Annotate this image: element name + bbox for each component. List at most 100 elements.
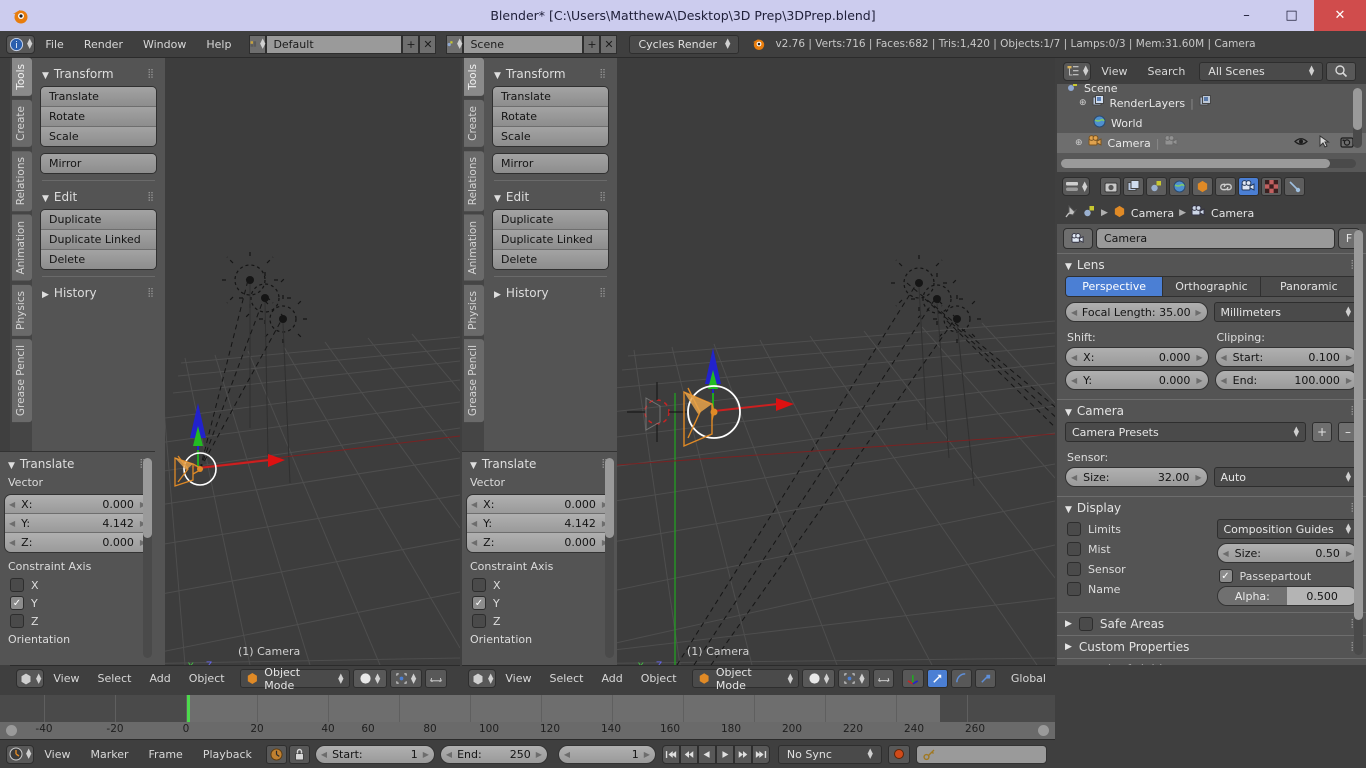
panel-header-custom-properties[interactable]: ▶ Custom Properties ⣿ bbox=[1057, 635, 1366, 658]
sidebar-item-tools-2[interactable]: Tools bbox=[464, 58, 484, 96]
viewport-right-menu-object[interactable]: Object bbox=[632, 669, 686, 688]
outliner-row-scene[interactable]: Scene bbox=[1057, 84, 1366, 93]
checkbox-limits[interactable] bbox=[1067, 522, 1081, 536]
transform-orientation-selector[interactable]: Global bbox=[1002, 669, 1055, 688]
pin-icon[interactable] bbox=[1065, 204, 1078, 221]
checkbox-constraint-z[interactable] bbox=[10, 614, 24, 628]
panel-header-display[interactable]: ▼Display ⣿ bbox=[1057, 497, 1366, 519]
sensor-fit-selector[interactable]: Auto ▲ ▼ bbox=[1213, 467, 1358, 487]
datablock-name-field[interactable]: Camera bbox=[1096, 228, 1335, 249]
outliner-row-world[interactable]: World bbox=[1057, 113, 1366, 133]
timeline-menu-playback[interactable]: Playback bbox=[193, 745, 262, 764]
use-preview-range-button[interactable] bbox=[265, 744, 287, 764]
display-sensor-row[interactable]: Sensor bbox=[1065, 559, 1207, 579]
outliner-filter-button[interactable] bbox=[1326, 61, 1357, 81]
panel-header-transform-2[interactable]: ▼ Transform ⣿ bbox=[492, 64, 609, 86]
play-reverse-button[interactable] bbox=[697, 744, 716, 764]
minimize-button[interactable]: – bbox=[1224, 0, 1269, 31]
outliner-hscrollbar[interactable] bbox=[1061, 159, 1356, 168]
vector-y-field-2[interactable]: ◀ Y: 4.142 ▶ bbox=[467, 514, 612, 533]
checkbox-constraint-z-2[interactable] bbox=[472, 614, 486, 628]
clip-start-field[interactable]: ◀ Start: 0.100 ▶ bbox=[1214, 347, 1358, 367]
panel-header-transform[interactable]: ▼ Transform ⣿ bbox=[40, 64, 157, 86]
expander-icon[interactable]: ⊕ bbox=[1075, 138, 1083, 148]
viewport-left-shading-selector[interactable]: ▲ ▼ bbox=[352, 669, 387, 688]
timeline-track[interactable] bbox=[0, 695, 1055, 722]
arrow-right-icon[interactable]: ▶ bbox=[1195, 308, 1201, 317]
sidebar-item-grease-pencil-2[interactable]: Grease Pencil bbox=[464, 339, 484, 423]
vector-x-field-2[interactable]: ◀ X: 0.000 ▶ bbox=[467, 495, 612, 514]
panel-header-translate-2[interactable]: ▼Translate ⣿ bbox=[462, 452, 617, 473]
arrow-right-icon[interactable]: ▶ bbox=[1346, 376, 1352, 385]
render-camera-icon[interactable] bbox=[1340, 136, 1354, 151]
camera-presets-selector[interactable]: Camera Presets ▲ ▼ bbox=[1065, 422, 1306, 442]
shift-x-field[interactable]: ◀ X: 0.000 ▶ bbox=[1065, 347, 1209, 367]
delete-button[interactable]: Delete bbox=[41, 250, 156, 269]
duplicate-button[interactable]: Duplicate bbox=[41, 210, 156, 230]
viewport-right-pivot-selector[interactable]: ▲ ▼ bbox=[838, 669, 870, 688]
arrow-right-icon[interactable]: ▶ bbox=[1346, 353, 1352, 362]
constraint-y-row-2[interactable]: ✓ Y bbox=[462, 594, 617, 612]
viewport-left-menu-view[interactable]: View bbox=[44, 669, 88, 688]
timeline-hscroll-right-handle[interactable] bbox=[1038, 725, 1049, 736]
lens-type-panoramic[interactable]: Panoramic bbox=[1260, 277, 1357, 296]
manipulator-scale-button[interactable] bbox=[974, 669, 996, 688]
checkbox-safe-areas[interactable] bbox=[1078, 617, 1093, 631]
checkbox-constraint-y-2[interactable]: ✓ bbox=[472, 596, 486, 610]
sidebar-item-relations[interactable]: Relations bbox=[12, 150, 32, 211]
timeline-ruler[interactable]: -40 -20 0 20 40 60 80 100 120 140 160 18… bbox=[0, 722, 1055, 739]
display-mist-row[interactable]: Mist bbox=[1065, 539, 1207, 559]
timeline-hscroll-left-handle[interactable] bbox=[6, 725, 17, 736]
jump-to-end-button[interactable] bbox=[751, 744, 770, 764]
sidebar-item-tools[interactable]: Tools bbox=[12, 58, 32, 96]
arrow-right-icon[interactable]: ▶ bbox=[1196, 376, 1202, 385]
arrow-right-icon[interactable]: ▶ bbox=[1195, 473, 1201, 482]
checkbox-constraint-y[interactable]: ✓ bbox=[10, 596, 24, 610]
sidebar-item-physics[interactable]: Physics bbox=[12, 284, 32, 336]
outliner-tree[interactable]: Scene ⊕ RenderLayers | World ⊕ Camera | bbox=[1057, 84, 1366, 172]
viewport-right-menu-select[interactable]: Select bbox=[541, 669, 593, 688]
delete-layout-button[interactable]: ✕ bbox=[419, 34, 437, 54]
close-button[interactable]: ✕ bbox=[1314, 0, 1366, 31]
menu-window[interactable]: Window bbox=[133, 35, 196, 54]
cursor-icon[interactable] bbox=[1319, 135, 1331, 151]
keying-set-field[interactable] bbox=[915, 744, 1047, 764]
tab-particles[interactable] bbox=[1284, 177, 1306, 196]
mirror-button[interactable]: Mirror bbox=[41, 154, 156, 173]
next-keyframe-button[interactable] bbox=[733, 744, 752, 764]
manipulator-rotate-button[interactable] bbox=[950, 669, 972, 688]
operator-panel-scrollbar[interactable] bbox=[143, 458, 152, 658]
operator-panel-scrollbar-2[interactable] bbox=[605, 458, 614, 658]
checkbox-constraint-x-2[interactable] bbox=[472, 578, 486, 592]
constraint-z-row[interactable]: Z bbox=[0, 612, 155, 630]
jump-to-start-button[interactable] bbox=[661, 744, 680, 764]
tab-texture[interactable] bbox=[1261, 177, 1283, 196]
outliner-row-camera[interactable]: ⊕ Camera | bbox=[1057, 133, 1366, 153]
menu-render[interactable]: Render bbox=[74, 35, 133, 54]
render-engine-selector[interactable]: Cycles Render ▲ ▼ bbox=[629, 34, 740, 54]
viewport-right-snap-toggle[interactable] bbox=[872, 669, 895, 688]
sidebar-item-animation-2[interactable]: Animation bbox=[464, 215, 484, 281]
add-preset-button[interactable]: + bbox=[1312, 422, 1332, 442]
panel-header-depth-of-field[interactable]: ▼ Depth of Field ⣿ bbox=[1057, 658, 1366, 665]
scene-browse-icon[interactable]: ▲ ▼ bbox=[446, 34, 464, 54]
arrow-right-icon[interactable]: ▶ bbox=[423, 750, 429, 759]
check box-name[interactable] bbox=[1067, 582, 1081, 596]
panel-header-safe-areas[interactable]: ▶ Safe Areas ⣿ bbox=[1057, 612, 1366, 635]
manipulator-toggle[interactable] bbox=[902, 669, 924, 688]
properties-scrollbar[interactable] bbox=[1354, 230, 1363, 655]
viewport-right-mode-selector[interactable]: Object Mode ▲ ▼ bbox=[691, 666, 799, 692]
tab-camera-data[interactable] bbox=[1238, 177, 1260, 196]
viewport-right-menu-view[interactable]: View bbox=[496, 669, 540, 688]
scale-button[interactable]: Scale bbox=[41, 127, 156, 146]
duplicate-linked-button[interactable]: Duplicate Linked bbox=[41, 230, 156, 250]
arrow-right-icon[interactable]: ▶ bbox=[536, 750, 542, 759]
delete-button-2[interactable]: Delete bbox=[493, 250, 608, 269]
viewport-left-menu-add[interactable]: Add bbox=[140, 669, 179, 688]
panel-header-history[interactable]: ▶ History ⣿ bbox=[40, 283, 157, 305]
checkbox-sensor[interactable] bbox=[1067, 562, 1081, 576]
sidebar-item-animation[interactable]: Animation bbox=[12, 215, 32, 281]
editor-type-selector-viewport-right[interactable]: ▲ ▼ bbox=[468, 669, 497, 688]
renderlayer-data-icon[interactable] bbox=[1199, 95, 1212, 111]
constraint-y-row[interactable]: ✓ Y bbox=[0, 594, 155, 612]
